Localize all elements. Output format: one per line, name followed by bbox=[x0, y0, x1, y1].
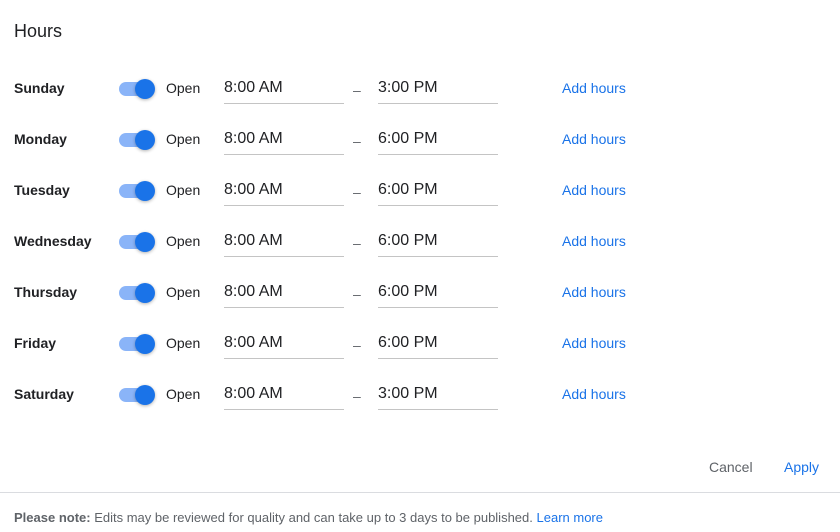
hours-list: Sunday Open 8:00 AM – 3:00 PM Add hours … bbox=[0, 63, 840, 420]
close-time-field[interactable]: 3:00 PM bbox=[378, 381, 498, 410]
day-label: Wednesday bbox=[14, 233, 92, 249]
add-hours-link[interactable]: Add hours bbox=[562, 386, 626, 402]
publish-note: Please note: Edits may be reviewed for q… bbox=[14, 510, 603, 525]
cancel-button[interactable]: Cancel bbox=[709, 459, 753, 475]
range-separator: – bbox=[353, 286, 361, 302]
apply-button[interactable]: Apply bbox=[784, 459, 819, 475]
footer-divider bbox=[0, 492, 840, 493]
add-hours-link[interactable]: Add hours bbox=[562, 80, 626, 96]
note-text: Edits may be reviewed for quality and ca… bbox=[94, 510, 533, 525]
open-time-field[interactable]: 8:00 AM bbox=[224, 381, 344, 410]
day-label: Friday bbox=[14, 335, 57, 351]
open-toggle[interactable] bbox=[119, 77, 157, 101]
open-state-label: Open bbox=[166, 182, 201, 198]
toggle-knob bbox=[135, 130, 155, 150]
day-row-saturday: Saturday Open 8:00 AM – 3:00 PM Add hour… bbox=[0, 369, 840, 420]
day-row-sunday: Sunday Open 8:00 AM – 3:00 PM Add hours bbox=[0, 63, 840, 114]
note-prefix: Please note: bbox=[14, 510, 91, 525]
day-label: Thursday bbox=[14, 284, 78, 300]
close-time-field[interactable]: 6:00 PM bbox=[378, 126, 498, 155]
range-separator: – bbox=[353, 337, 361, 353]
day-label: Tuesday bbox=[14, 182, 70, 198]
open-toggle[interactable] bbox=[119, 383, 157, 407]
day-label: Saturday bbox=[14, 386, 74, 402]
close-time-field[interactable]: 3:00 PM bbox=[378, 75, 498, 104]
open-state-label: Open bbox=[166, 284, 201, 300]
close-time-field[interactable]: 6:00 PM bbox=[378, 177, 498, 206]
toggle-knob bbox=[135, 334, 155, 354]
open-state-label: Open bbox=[166, 131, 201, 147]
open-time-field[interactable]: 8:00 AM bbox=[224, 177, 344, 206]
add-hours-link[interactable]: Add hours bbox=[562, 284, 626, 300]
range-separator: – bbox=[353, 82, 361, 98]
open-time-field[interactable]: 8:00 AM bbox=[224, 75, 344, 104]
open-time-field[interactable]: 8:00 AM bbox=[224, 330, 344, 359]
open-state-label: Open bbox=[166, 386, 201, 402]
add-hours-link[interactable]: Add hours bbox=[562, 131, 626, 147]
open-state-label: Open bbox=[166, 233, 201, 249]
range-separator: – bbox=[353, 184, 361, 200]
close-time-field[interactable]: 6:00 PM bbox=[378, 279, 498, 308]
toggle-knob bbox=[135, 283, 155, 303]
day-label: Sunday bbox=[14, 80, 65, 96]
toggle-knob bbox=[135, 385, 155, 405]
open-toggle[interactable] bbox=[119, 179, 157, 203]
close-time-field[interactable]: 6:00 PM bbox=[378, 330, 498, 359]
day-row-thursday: Thursday Open 8:00 AM – 6:00 PM Add hour… bbox=[0, 267, 840, 318]
range-separator: – bbox=[353, 388, 361, 404]
open-state-label: Open bbox=[166, 335, 201, 351]
open-time-field[interactable]: 8:00 AM bbox=[224, 279, 344, 308]
close-time-field[interactable]: 6:00 PM bbox=[378, 228, 498, 257]
day-row-monday: Monday Open 8:00 AM – 6:00 PM Add hours bbox=[0, 114, 840, 165]
toggle-knob bbox=[135, 232, 155, 252]
open-toggle[interactable] bbox=[119, 128, 157, 152]
open-toggle[interactable] bbox=[119, 230, 157, 254]
toggle-knob bbox=[135, 79, 155, 99]
day-row-wednesday: Wednesday Open 8:00 AM – 6:00 PM Add hou… bbox=[0, 216, 840, 267]
range-separator: – bbox=[353, 235, 361, 251]
add-hours-link[interactable]: Add hours bbox=[562, 182, 626, 198]
open-toggle[interactable] bbox=[119, 281, 157, 305]
day-label: Monday bbox=[14, 131, 67, 147]
range-separator: – bbox=[353, 133, 361, 149]
day-row-friday: Friday Open 8:00 AM – 6:00 PM Add hours bbox=[0, 318, 840, 369]
toggle-knob bbox=[135, 181, 155, 201]
dialog-title: Hours bbox=[14, 21, 63, 41]
open-time-field[interactable]: 8:00 AM bbox=[224, 228, 344, 257]
open-state-label: Open bbox=[166, 80, 201, 96]
day-row-tuesday: Tuesday Open 8:00 AM – 6:00 PM Add hours bbox=[0, 165, 840, 216]
add-hours-link[interactable]: Add hours bbox=[562, 335, 626, 351]
open-toggle[interactable] bbox=[119, 332, 157, 356]
open-time-field[interactable]: 8:00 AM bbox=[224, 126, 344, 155]
learn-more-link[interactable]: Learn more bbox=[537, 510, 603, 525]
add-hours-link[interactable]: Add hours bbox=[562, 233, 626, 249]
